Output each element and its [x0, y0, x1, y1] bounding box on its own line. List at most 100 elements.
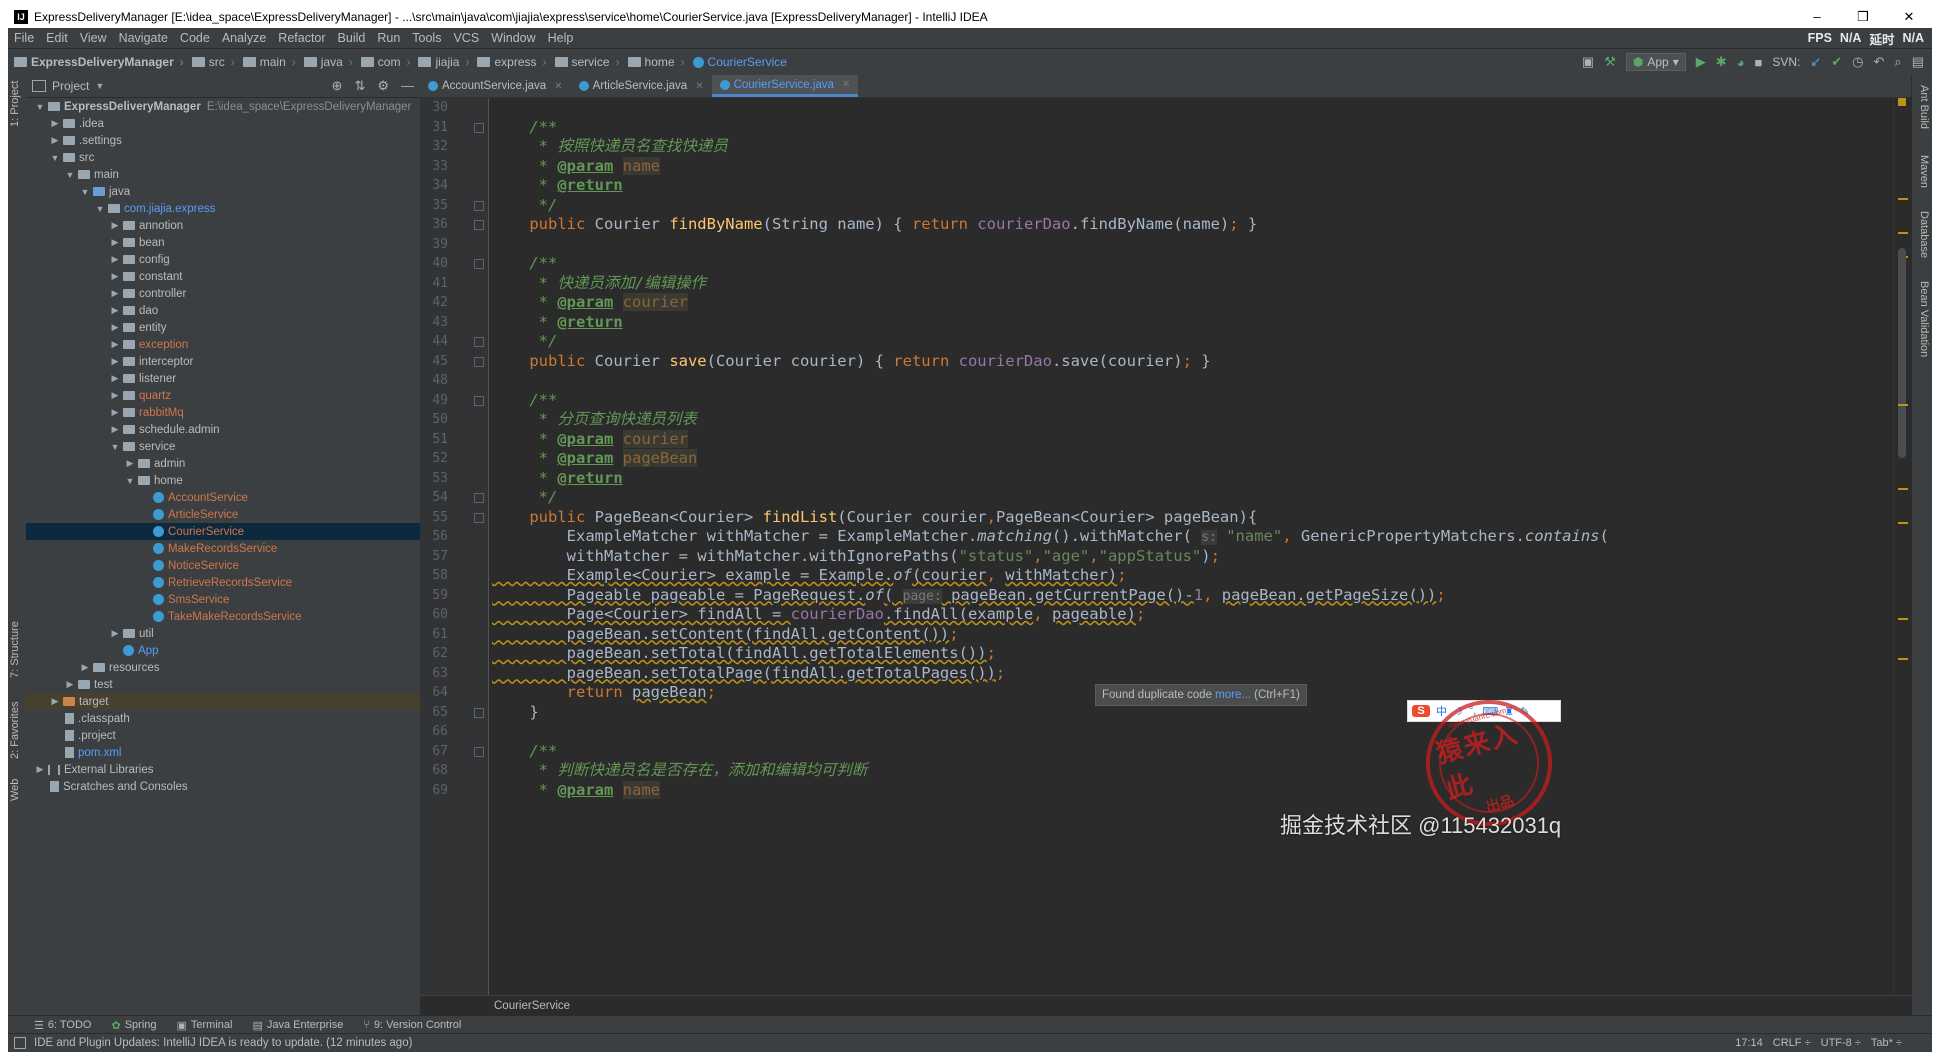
tree-item[interactable]: pom.xml	[26, 744, 420, 761]
menu-view[interactable]: View	[74, 31, 113, 45]
run-config-select[interactable]: ⬢ App ▾	[1625, 53, 1686, 71]
collapse-arrow-icon[interactable]: ▶	[49, 135, 61, 146]
breadcrumb-home[interactable]: home ›	[624, 55, 689, 69]
code-line[interactable]: public PageBean<Courier> findList(Courie…	[492, 508, 1894, 527]
tooltip-more-link[interactable]: more...	[1215, 689, 1251, 701]
collapse-arrow-icon[interactable]: ▶	[49, 118, 61, 129]
tree-item[interactable]: ArticleService	[26, 506, 420, 523]
tree-item[interactable]: MakeRecordsService	[26, 540, 420, 557]
breadcrumb-courier-service[interactable]: CourierService	[689, 55, 791, 69]
code-line[interactable]	[492, 722, 1894, 741]
project-view-select[interactable]: Project	[52, 79, 89, 93]
tree-item[interactable]: RetrieveRecordsService	[26, 574, 420, 591]
menu-refactor[interactable]: Refactor	[272, 31, 331, 45]
breadcrumb-java[interactable]: java ›	[300, 55, 357, 69]
collapse-arrow-icon[interactable]: ▶	[109, 407, 121, 418]
code-line[interactable]: * @return	[492, 176, 1894, 195]
tree-item[interactable]: ▶ util	[26, 625, 420, 642]
collapse-arrow-icon[interactable]: ▶	[124, 458, 136, 469]
collapse-arrow-icon[interactable]: ▶	[109, 237, 121, 248]
code-line[interactable]: pageBean.setTotalPage(findAll.getTotalPa…	[492, 664, 1894, 683]
terminal-tool-button[interactable]: ▣ Terminal	[177, 1019, 233, 1032]
project-tool-tab[interactable]: 1: Project	[9, 79, 25, 129]
code-line[interactable]: * @param courier	[492, 293, 1894, 312]
code-line[interactable]: * @param courier	[492, 429, 1894, 449]
tab-courier-service[interactable]: CourierService.java ✕	[711, 75, 859, 97]
collapse-arrow-icon[interactable]: ▶	[34, 764, 46, 775]
menu-window[interactable]: Window	[485, 31, 541, 45]
collapse-arrow-icon[interactable]: ▶	[109, 390, 121, 401]
tree-item[interactable]: ▶ test	[26, 676, 420, 693]
tree-item[interactable]: ▼ com.jiajia.express	[26, 200, 420, 217]
tree-item[interactable]: ▶ .settings	[26, 132, 420, 149]
code-line[interactable]: */	[492, 196, 1894, 215]
code-line[interactable]: /**	[492, 391, 1894, 410]
search-icon[interactable]: ⌕	[1894, 54, 1901, 70]
fold-marker-icon[interactable]	[474, 337, 484, 347]
tree-item[interactable]: ▶ External Libraries	[26, 761, 420, 778]
editor-scrollbar[interactable]	[1893, 98, 1912, 996]
menu-code[interactable]: Code	[174, 31, 216, 45]
code-line[interactable]	[492, 235, 1894, 254]
tree-item[interactable]: ▶ entity	[26, 319, 420, 336]
tab-article-service[interactable]: ArticleService.java ✕	[571, 75, 712, 97]
breadcrumb-main[interactable]: main ›	[239, 55, 300, 69]
maven-tool-tab[interactable]: Maven	[1914, 155, 1930, 199]
tree-item[interactable]: CourierService	[26, 523, 420, 540]
spring-tool-button[interactable]: ✿ Spring	[111, 1019, 156, 1032]
code-line[interactable]: */	[492, 332, 1894, 351]
tree-item[interactable]: ▼ service	[26, 438, 420, 455]
code-line[interactable]: /**	[492, 742, 1894, 761]
file-encoding[interactable]: UTF-8 ÷	[1821, 1037, 1861, 1049]
tree-item[interactable]: ▶ admin	[26, 455, 420, 472]
code-line[interactable]: * @return	[492, 313, 1894, 332]
web-tool-tab[interactable]: Web	[9, 775, 25, 805]
expand-arrow-icon[interactable]: ▼	[64, 170, 76, 180]
menu-run[interactable]: Run	[371, 31, 406, 45]
close-tab-icon[interactable]: ✕	[554, 81, 562, 92]
code-line[interactable]: pageBean.setContent(findAll.getContent()…	[492, 625, 1894, 644]
expand-arrow-icon[interactable]: ▼	[94, 204, 106, 214]
breadcrumb-express[interactable]: express ›	[473, 55, 550, 69]
fold-marker-icon[interactable]	[474, 395, 484, 406]
code-line[interactable]: withMatcher = withMatcher.withIgnorePath…	[492, 547, 1894, 566]
close-tab-icon[interactable]: ✕	[842, 79, 850, 90]
code-line[interactable]: * @param name	[492, 780, 1894, 800]
code-line[interactable]: * 按照快递员名查找快递员	[492, 137, 1894, 156]
code-line[interactable]: public Courier save(Courier courier) { r…	[492, 352, 1894, 371]
code-line[interactable]: ExampleMatcher withMatcher = ExampleMatc…	[492, 527, 1894, 546]
indent-setting[interactable]: Tab* ÷	[1871, 1037, 1902, 1049]
bean-validation-tool-tab[interactable]: Bean Validation	[1914, 281, 1930, 365]
menu-help[interactable]: Help	[542, 31, 580, 45]
code-line[interactable]: public Courier findByName(String name) {…	[492, 215, 1894, 234]
tree-item[interactable]: ▼ home	[26, 472, 420, 489]
expand-arrow-icon[interactable]: ▼	[49, 153, 61, 163]
debug-icon[interactable]: ✱	[1716, 54, 1727, 70]
code-line[interactable]	[492, 371, 1894, 390]
tree-item[interactable]: NoticeService	[26, 557, 420, 574]
collapse-arrow-icon[interactable]: ▶	[109, 271, 121, 282]
fold-marker-icon[interactable]	[474, 200, 484, 211]
tree-item[interactable]: ▶ controller	[26, 285, 420, 302]
collapse-arrow-icon[interactable]: ▶	[49, 696, 61, 707]
collapse-arrow-icon[interactable]: ▶	[109, 424, 121, 435]
expand-arrow-icon[interactable]: ▼	[34, 102, 46, 112]
breadcrumb-src[interactable]: src ›	[188, 55, 239, 69]
collapse-arrow-icon[interactable]: ▶	[64, 679, 76, 690]
code-line[interactable]: Pageable pageable = PageRequest.of( page…	[492, 586, 1894, 605]
breadcrumb-com[interactable]: com ›	[357, 55, 415, 69]
code-line[interactable]: Example<Courier> example = Example.of(co…	[492, 566, 1894, 585]
code-line[interactable]: pageBean.setTotal(findAll.getTotalElemen…	[492, 644, 1894, 663]
gear-icon[interactable]: ⚙	[377, 78, 389, 94]
fold-marker-icon[interactable]	[474, 259, 484, 269]
java-enterprise-tool-button[interactable]: ▤ Java Enterprise	[252, 1019, 343, 1032]
menu-navigate[interactable]: Navigate	[113, 31, 174, 45]
menu-analyze[interactable]: Analyze	[216, 31, 272, 45]
chevron-down-icon[interactable]: ▼	[95, 81, 104, 91]
code-line[interactable]: * 快递员添加/编辑操作	[492, 274, 1894, 293]
tree-item[interactable]: ▶ constant	[26, 268, 420, 285]
fold-marker-icon[interactable]	[474, 122, 484, 133]
tree-item[interactable]: ▶ annotion	[26, 217, 420, 234]
code-line[interactable]	[492, 98, 1894, 117]
tree-item[interactable]: ▶ quartz	[26, 387, 420, 404]
